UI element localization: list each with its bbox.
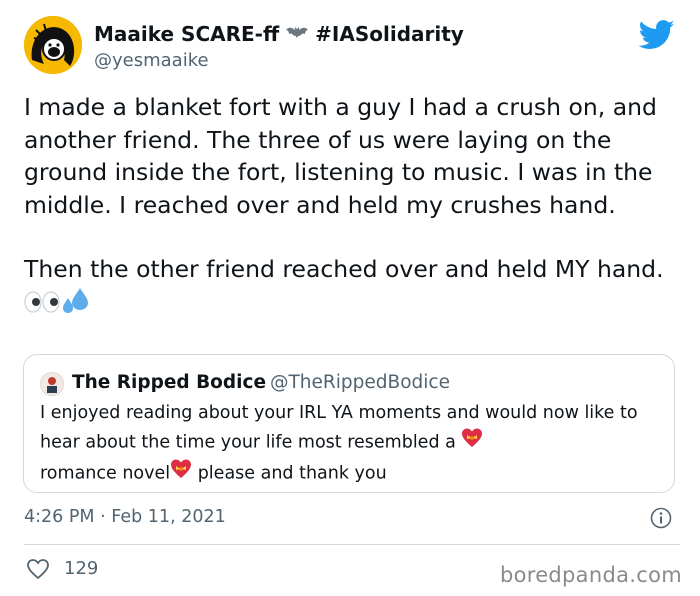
author-handle[interactable]: @yesmaaike [94, 50, 209, 71]
divider [24, 544, 680, 545]
like-count: 129 [64, 558, 99, 579]
quoted-text-part2: romance novel [40, 463, 171, 484]
tweet-paragraph: I made a blanket fort with a guy I had a… [24, 93, 657, 219]
tweet-paragraph-text: Then the other friend reached over and h… [24, 255, 664, 283]
quoted-tweet[interactable]: The Ripped Bodice @TheRippedBodice I enjo… [23, 354, 675, 493]
twitter-bird-icon[interactable] [638, 20, 676, 50]
quoted-text-part3: please and thank you [197, 463, 387, 484]
tweet-date[interactable]: Feb 11, 2021 [111, 507, 225, 527]
heart-with-ribbon-emoji [170, 458, 192, 489]
tweet-paragraph-2: Then the other friend reached over and h… [24, 253, 684, 324]
hashtag[interactable]: #IASolidarity [315, 22, 464, 46]
bat-icon [285, 22, 309, 46]
quoted-author-name[interactable]: The Ripped Bodice [72, 372, 266, 393]
quoted-author-avatar[interactable] [40, 372, 64, 396]
tweet-body: I made a blanket fort with a guy I had a… [24, 91, 684, 324]
author-avatar[interactable] [24, 16, 82, 74]
quoted-text-part1: I enjoyed reading about your IRL YA mome… [40, 403, 638, 453]
author-name-row[interactable]: Maaike SCARE-ff #IASolidarity [94, 22, 464, 46]
author-name[interactable]: Maaike SCARE-ff [94, 22, 279, 46]
heart-outline-icon[interactable] [26, 558, 50, 580]
watermark: boredpanda.com [499, 563, 682, 587]
info-icon[interactable] [650, 507, 672, 529]
meta-separator: · [100, 507, 106, 527]
eyes-emoji [24, 289, 60, 322]
tweet-time[interactable]: 4:26 PM [24, 507, 95, 527]
tweet-timestamp[interactable]: 4:26 PM · Feb 11, 2021 [24, 507, 226, 527]
sweat-droplets-emoji [60, 286, 90, 325]
quoted-header: The Ripped Bodice @TheRippedBodice [72, 372, 450, 393]
quoted-text: I enjoyed reading about your IRL YA mome… [40, 400, 652, 489]
heart-with-ribbon-emoji [461, 427, 483, 458]
quoted-author-handle[interactable]: @TheRippedBodice [270, 372, 450, 393]
